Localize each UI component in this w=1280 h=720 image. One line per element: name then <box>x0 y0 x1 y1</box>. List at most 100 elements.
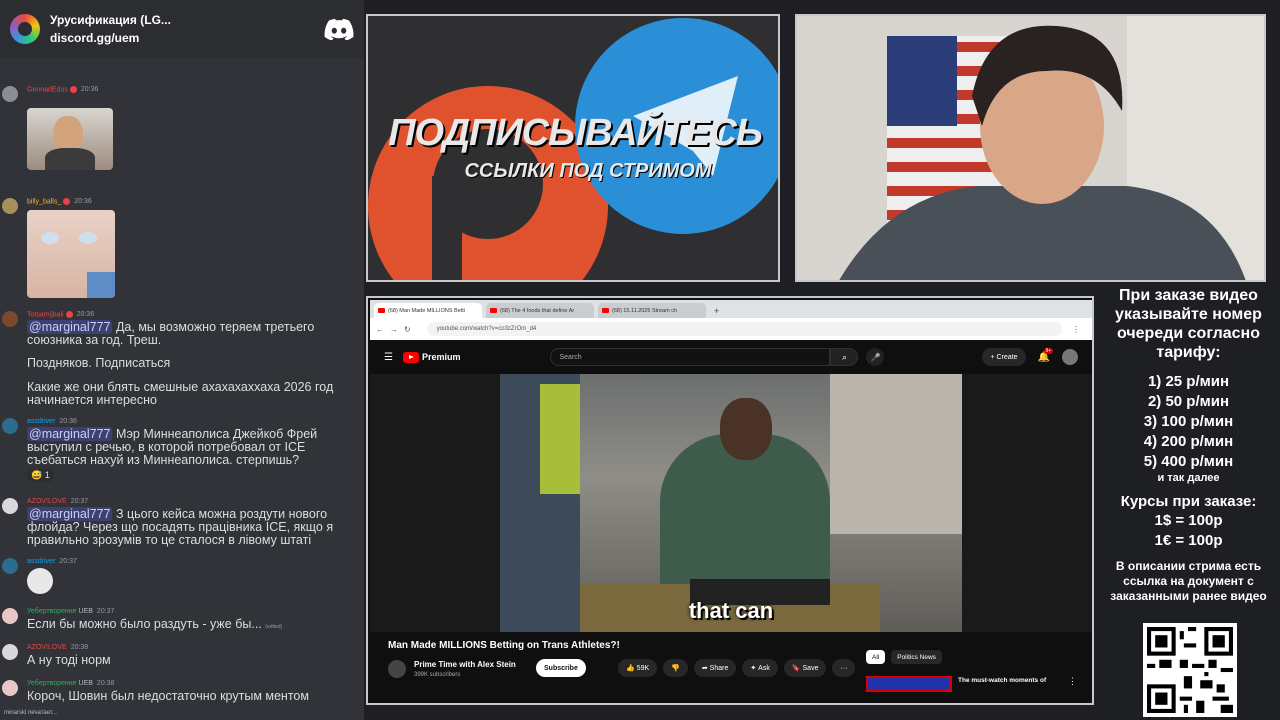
youtube-header: ☰ Premium Search ⌕ 🎤 + Create 🔔 9+ <box>370 340 1092 374</box>
reaction[interactable]: 😅 1 <box>27 469 54 482</box>
browser-tab[interactable]: (68) 15.11.2025 Stream ch <box>598 303 706 318</box>
bookmark-icon: 🔖 <box>791 665 803 672</box>
user-mention[interactable]: @marginal777 <box>27 507 113 521</box>
username[interactable]: GennadEdus 20:36 <box>27 86 98 93</box>
dislike-button[interactable]: 👎 <box>663 659 688 677</box>
message-text: Короч, Шовин был недостаточно крутым мен… <box>27 689 309 703</box>
promo-headline: ПОДПИСЫВАЙТЕСЬ <box>388 112 763 154</box>
microphone-icon[interactable]: 🎤 <box>866 348 885 366</box>
stream-layout: Урусификация (LG... discord.gg/uem Genna… <box>0 0 1280 720</box>
avatar[interactable] <box>2 558 18 574</box>
username[interactable]: AZOV!LOVE 20:37 <box>27 498 88 505</box>
search-icon[interactable]: ⌕ <box>830 348 859 366</box>
rate-item: 1$ = 100р <box>1154 512 1223 529</box>
extensions-icon[interactable]: ⋮ <box>1072 325 1080 334</box>
channel-avatar[interactable] <box>388 660 406 678</box>
share-button[interactable]: ➦ Share <box>693 659 737 677</box>
user-mention[interactable]: @marginal777 <box>27 320 113 334</box>
server-icon[interactable] <box>10 14 40 44</box>
browser-tab[interactable]: (68) The 4 foods that define Ar <box>486 303 594 318</box>
badge-icon <box>65 311 73 318</box>
message-text: @marginal777 З цього кейса можна роздути… <box>27 507 334 547</box>
attached-image[interactable] <box>27 210 115 298</box>
video-caption: that can <box>688 598 774 623</box>
like-button[interactable]: 👍 59K <box>618 659 658 677</box>
invite-link[interactable]: discord.gg/uem <box>50 31 324 45</box>
chat-header: Урусификация (LG... discord.gg/uem <box>0 0 364 58</box>
message-list[interactable]: GennadEdus 20:36 billy_balls_ 20:36 Tots… <box>0 58 364 720</box>
video-title: Man Made MILLIONS Betting on Trans Athle… <box>388 640 620 651</box>
avatar[interactable] <box>2 644 18 660</box>
player-letterbox <box>962 374 1092 632</box>
back-icon[interactable]: ← <box>376 325 384 334</box>
more-vertical-icon[interactable]: ⋮ <box>1068 676 1077 687</box>
discord-logo-icon <box>324 18 354 40</box>
video-player[interactable]: that can <box>500 374 962 632</box>
channel-name[interactable]: Prime Time with Alex Stein <box>414 660 516 669</box>
user-mention[interactable]: @marginal777 <box>27 427 113 441</box>
username[interactable]: Уебертворение UEB 20:38 <box>27 680 114 687</box>
message-text: Поздняков. Подписаться <box>27 356 171 370</box>
player-letterbox <box>370 374 500 632</box>
url-input[interactable]: youtube.com/watch?v=co3zZrOm_d4 <box>426 322 1062 336</box>
badge-icon <box>69 86 77 93</box>
promo-subline: ССЫЛКИ ПОД СТРИМОМ <box>464 160 712 182</box>
attached-image[interactable] <box>27 108 113 170</box>
account-avatar[interactable] <box>1062 349 1078 365</box>
recommended-title[interactable]: The must-watch moments of <box>958 677 1046 684</box>
recommended-thumbnail[interactable] <box>866 676 952 692</box>
tariff-item: 1) 25 р/мин <box>1147 373 1230 390</box>
server-title: Урусификация (LG... <box>50 13 171 27</box>
username[interactable]: assdriver 20:36 <box>27 418 77 425</box>
share-icon: ➦ <box>701 665 710 672</box>
username[interactable]: Уебертворение UEB 20:37 <box>27 608 114 615</box>
avatar[interactable] <box>2 498 18 514</box>
avatar[interactable] <box>2 680 18 696</box>
subscribe-button[interactable]: Subscribe <box>536 659 586 677</box>
reload-icon[interactable]: ↻ <box>404 325 411 334</box>
save-button[interactable]: 🔖 Save <box>783 659 827 677</box>
address-bar: ← → ↻ youtube.com/watch?v=co3zZrOm_d4 ⋮ <box>370 318 1092 340</box>
ask-button[interactable]: ✦ Ask <box>742 659 778 677</box>
message-text: @marginal777 Мэр Миннеаполиса Джейкоб Фр… <box>27 427 318 467</box>
create-button[interactable]: + Create <box>982 348 1026 366</box>
avatar[interactable] <box>2 608 18 624</box>
more-button[interactable]: ··· <box>832 659 856 677</box>
chip-all[interactable]: All <box>866 650 886 664</box>
username[interactable]: billy_balls_ 20:36 <box>27 198 92 205</box>
tariff-item: 4) 200 р/мин <box>1143 433 1234 450</box>
subscriber-count: 399K subscribers <box>414 672 461 678</box>
avatar[interactable] <box>2 311 18 327</box>
video-actions: 👍 59K 👎 ➦ Share ✦ Ask 🔖 Save ··· <box>618 659 861 677</box>
typing-indicator: minarski печатает... <box>4 710 57 716</box>
menu-icon[interactable]: ☰ <box>384 352 393 363</box>
forward-icon[interactable]: → <box>390 325 398 334</box>
tariff-note: и так далее <box>1157 472 1220 484</box>
youtube-logo[interactable]: Premium <box>402 351 460 363</box>
sparkle-icon: ✦ <box>750 665 759 672</box>
tab-bar: (68) Man Made MILLIONS Betti (68) The 4 … <box>370 300 1092 318</box>
username[interactable]: AZOV!LOVE 20:38 <box>27 644 88 651</box>
message-text: Какие же они блять смешные ахахахаххаха … <box>27 380 334 407</box>
username[interactable]: assdriver 20:37 <box>27 558 77 565</box>
avatar[interactable] <box>2 198 18 214</box>
browser-tab[interactable]: (68) Man Made MILLIONS Betti <box>374 303 482 318</box>
youtube-icon <box>602 308 609 313</box>
new-tab-icon[interactable]: + <box>714 306 719 316</box>
rate-item: 1€ = 100р <box>1154 532 1223 549</box>
search-input[interactable]: Search <box>550 348 831 366</box>
avatar[interactable] <box>2 86 18 102</box>
order-info-panel: При заказе видео указывайте номер очеред… <box>1097 283 1280 720</box>
chip-politics-news[interactable]: Politics News <box>891 650 942 664</box>
avatar[interactable] <box>2 418 18 434</box>
tariff-item: 5) 400 р/мин <box>1143 453 1234 470</box>
thumbs-up-icon: 👍 <box>626 665 637 672</box>
username[interactable]: Totsamijbali 20:36 <box>27 311 94 318</box>
youtube-icon <box>378 308 385 313</box>
bell-icon[interactable]: 🔔 9+ <box>1038 347 1054 363</box>
qr-code-icon <box>1147 627 1233 713</box>
message-text: @marginal777 Да, мы возможно теряем трет… <box>27 320 315 347</box>
sticker-image[interactable] <box>27 568 53 594</box>
tariff-item: 2) 50 р/мин <box>1147 393 1230 410</box>
discord-chat-panel: Урусификация (LG... discord.gg/uem Genna… <box>0 0 364 720</box>
